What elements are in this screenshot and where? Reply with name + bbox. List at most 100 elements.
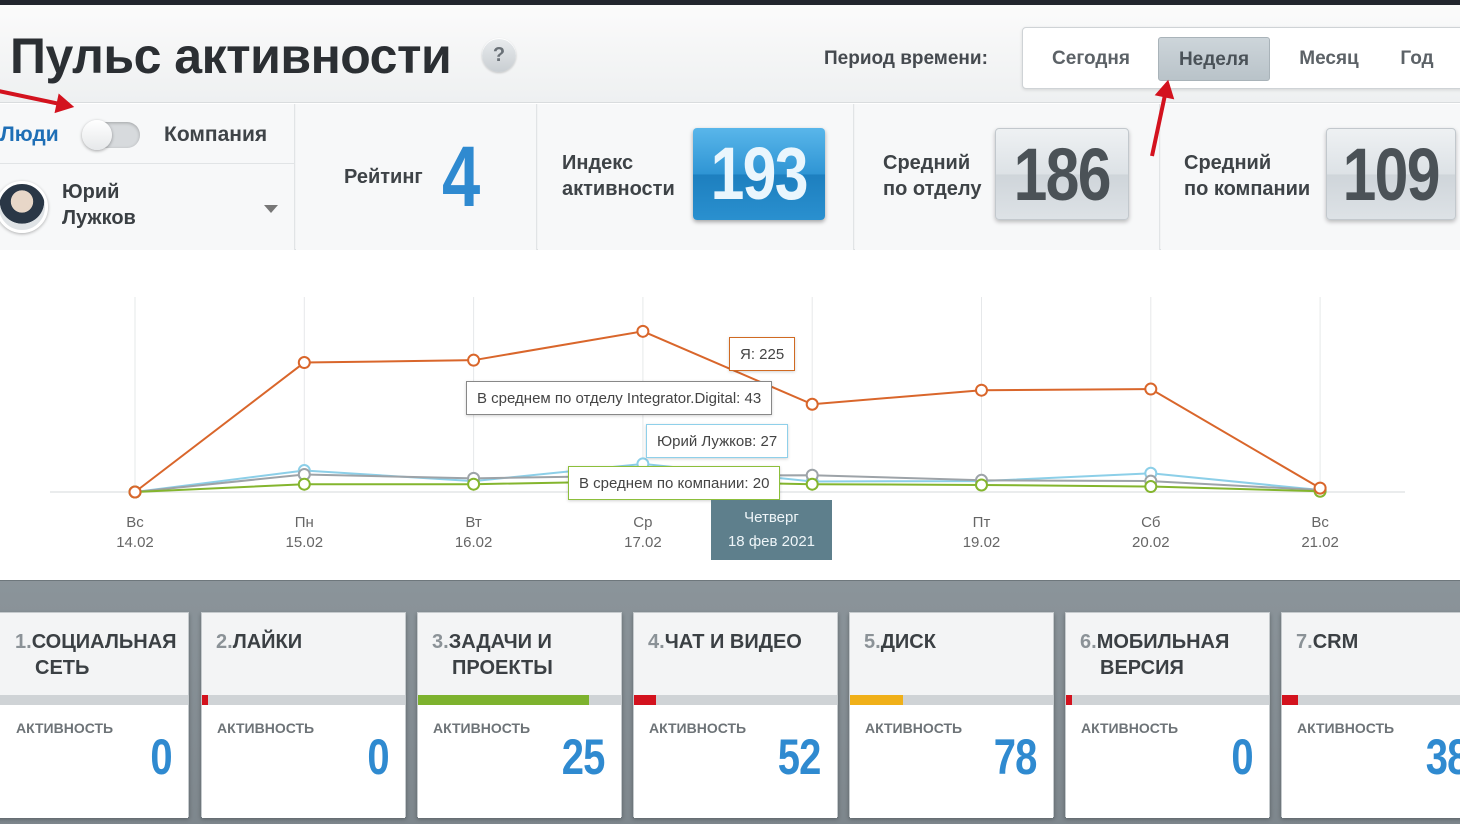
- tool-activity-value: 78: [994, 729, 1038, 785]
- tool-card[interactable]: 1.СОЦИАЛЬНАЯ СЕТЬ АКТИВНОСТЬ 0: [0, 612, 189, 818]
- activity-index-label-line1: Индекс: [562, 152, 634, 174]
- data-point: [128, 485, 142, 499]
- tool-activity-value: 25: [562, 729, 606, 785]
- tool-progress-bar: [850, 695, 903, 705]
- tool-number: 1.: [15, 631, 32, 653]
- period-tab-today[interactable]: Сегодня: [1033, 37, 1149, 81]
- tool-title: 7.CRM: [1296, 629, 1460, 681]
- tooltip-day: Четверг 18 фев 2021: [711, 500, 832, 560]
- period-label: Период времени:: [824, 48, 988, 69]
- data-point: [805, 397, 819, 411]
- data-point: [805, 477, 819, 491]
- tool-activity-value: 0: [1231, 729, 1254, 785]
- company-average-value: 109: [1342, 133, 1441, 216]
- tool-title: 1.СОЦИАЛЬНАЯ СЕТЬ: [15, 629, 199, 681]
- tooltip-company-average: В среднем по компании: 20: [568, 466, 781, 500]
- mode-toggle-switch[interactable]: [82, 120, 140, 150]
- x-tick-day: Пн: [295, 514, 314, 531]
- tool-activity-label: АКТИВНОСТЬ: [217, 720, 315, 736]
- tooltip-day-date: 18 фев 2021: [727, 533, 816, 550]
- x-tick-date: 17.02: [624, 534, 662, 551]
- tool-activity-value: 0: [150, 729, 173, 785]
- tool-title-line2: ПРОЕКТЫ: [452, 657, 553, 679]
- x-tick-date: 21.02: [1301, 534, 1339, 551]
- tool-card[interactable]: 5.ДИСК АКТИВНОСТЬ 78: [849, 612, 1054, 818]
- chevron-down-icon[interactable]: [264, 205, 278, 213]
- tool-card[interactable]: 6.МОБИЛЬНАЯ ВЕРСИЯ АКТИВНОСТЬ 0: [1065, 612, 1270, 818]
- rating-cell: Рейтинг 4: [296, 104, 537, 250]
- tool-progress-track: [0, 695, 188, 705]
- rating-label: Рейтинг: [344, 166, 423, 188]
- tool-title-line1: СОЦИАЛЬНАЯ: [31, 631, 177, 653]
- activity-index-label: Индекс активности: [562, 150, 675, 202]
- stats-bar: Люди Компания Юрий Лужков Рейтинг 4 Инде…: [0, 104, 1460, 250]
- period-tab-month[interactable]: Месяц: [1279, 37, 1379, 81]
- tool-title-line1: ДИСК: [880, 631, 936, 653]
- mode-people-label[interactable]: Люди: [0, 123, 59, 147]
- period-tab-week[interactable]: Неделя: [1158, 37, 1270, 81]
- tool-number: 5.: [864, 631, 881, 653]
- tools-strip: 1.СОЦИАЛЬНАЯ СЕТЬ АКТИВНОСТЬ 0 2.ЛАЙКИ АКТИВН…: [0, 580, 1460, 824]
- tool-number: 3.: [432, 631, 449, 653]
- user-panel: Люди Компания Юрий Лужков: [0, 104, 295, 250]
- data-point: [467, 353, 481, 367]
- tool-title: 5.ДИСК: [864, 629, 1048, 681]
- tool-number: 7.: [1296, 631, 1313, 653]
- tool-title: 4.ЧАТ И ВИДЕО: [648, 629, 832, 681]
- company-average-label: Средний по компании: [1184, 150, 1310, 202]
- tooltip-user: Юрий Лужков: 27: [646, 424, 789, 458]
- avatar: [0, 181, 48, 233]
- tool-title-line1: ЧАТ И ВИДЕО: [664, 631, 802, 653]
- header: Пульс активности ? Период времени: Сегод…: [0, 5, 1460, 103]
- toggle-knob[interactable]: [82, 120, 112, 150]
- mode-toggle-row: Люди Компания: [0, 104, 294, 164]
- x-tick-day: Вс: [126, 514, 144, 531]
- tool-title-line1: CRM: [1312, 631, 1359, 653]
- x-tick-day: Сб: [1141, 514, 1160, 531]
- tool-title-line2: [648, 657, 668, 679]
- company-average-counter: 109: [1326, 128, 1456, 220]
- tool-progress-bar: [1066, 695, 1073, 705]
- tool-card[interactable]: 3.ЗАДАЧИ И ПРОЕКТЫ АКТИВНОСТЬ 25: [417, 612, 622, 818]
- tool-activity-value: 38: [1426, 729, 1460, 785]
- x-tick-day: Вт: [465, 514, 482, 531]
- user-selector[interactable]: Юрий Лужков: [0, 165, 294, 250]
- tool-activity-value: 0: [367, 729, 390, 785]
- period-tab-year[interactable]: Год: [1387, 37, 1447, 81]
- tooltip-dept-average: В среднем по отделу Integrator.Digital: …: [466, 381, 773, 415]
- company-average-cell: Средний по компании 109: [1161, 104, 1460, 250]
- mode-company-label[interactable]: Компания: [164, 123, 267, 147]
- tool-activity-label: АКТИВНОСТЬ: [649, 720, 747, 736]
- tool-progress-track: [202, 695, 405, 705]
- tool-card[interactable]: 4.ЧАТ И ВИДЕО АКТИВНОСТЬ 52: [633, 612, 838, 818]
- tool-activity-label: АКТИВНОСТЬ: [1297, 720, 1395, 736]
- help-icon[interactable]: ?: [482, 38, 516, 72]
- x-tick-date: 16.02: [455, 534, 493, 551]
- tool-title: 3.ЗАДАЧИ И ПРОЕКТЫ: [432, 629, 616, 681]
- tool-number: 6.: [1080, 631, 1097, 653]
- tool-title-line1: ЛАЙКИ: [232, 631, 303, 653]
- user-first-name: Юрий: [62, 181, 120, 203]
- activity-index-counter: 193: [693, 128, 825, 220]
- tool-progress-track: [1066, 695, 1269, 705]
- period-tabs: Сегодня Неделя Месяц Год: [1022, 27, 1460, 89]
- tool-card[interactable]: 7.CRM АКТИВНОСТЬ 38: [1281, 612, 1460, 818]
- tool-activity-label: АКТИВНОСТЬ: [433, 720, 531, 736]
- tool-card[interactable]: 2.ЛАЙКИ АКТИВНОСТЬ 0: [201, 612, 406, 818]
- tool-progress-bar: [418, 695, 589, 705]
- tool-title-line2: СЕТЬ: [35, 657, 90, 679]
- tool-title-line2: ВЕРСИЯ: [1100, 657, 1184, 679]
- tool-number: 4.: [648, 631, 665, 653]
- company-average-label-line1: Средний: [1184, 152, 1272, 174]
- activity-index-cell: Индекс активности 193: [538, 104, 854, 250]
- data-point: [1144, 382, 1158, 396]
- rating-value: 4: [442, 129, 480, 225]
- tool-title-line1: МОБИЛЬНАЯ: [1096, 631, 1230, 653]
- tool-progress-track: [1282, 695, 1460, 705]
- dept-average-value: 186: [1013, 133, 1112, 216]
- tool-activity-label: АКТИВНОСТЬ: [1081, 720, 1179, 736]
- dept-average-label-line1: Средний: [883, 152, 971, 174]
- page-title: Пульс активности: [10, 28, 452, 84]
- data-point: [467, 477, 481, 491]
- tool-title-line2: [864, 657, 884, 679]
